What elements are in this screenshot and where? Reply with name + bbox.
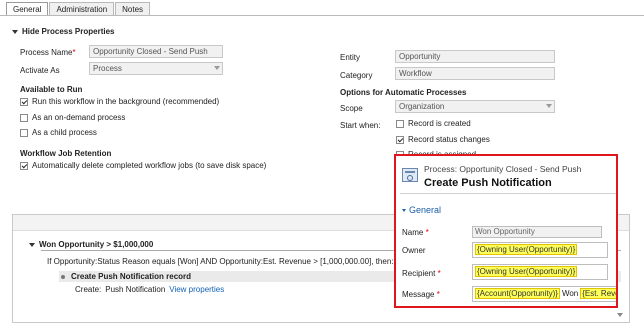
section-title: Hide Process Properties (22, 27, 115, 36)
create-push-notification-dialog: Process: Opportunity Closed - Send Push … (394, 154, 618, 308)
general-section-toggle[interactable]: General (402, 205, 441, 215)
start-when-label: Start when: (340, 121, 381, 130)
message-label-text: Message (402, 290, 435, 299)
scope-select[interactable]: Organization (395, 100, 555, 113)
status-changes-label: Record status changes (408, 135, 490, 144)
step-label: Create Push Notification record (71, 272, 192, 281)
on-demand-option-label: As an on-demand process (32, 113, 126, 122)
tab-administration[interactable]: Administration (49, 2, 115, 16)
process-name-field[interactable]: Opportunity Closed - Send Push (89, 45, 223, 58)
required-asterisk: * (437, 269, 441, 278)
collapse-triangle-icon (402, 208, 406, 212)
create-prefix: Create: (75, 285, 102, 294)
required-asterisk: * (436, 290, 440, 299)
on-demand-checkbox[interactable] (20, 114, 28, 122)
collapse-triangle-icon (12, 29, 18, 34)
tab-divider (0, 15, 644, 16)
auto-delete-checkbox[interactable] (20, 162, 28, 170)
owner-field[interactable]: {Owning User(Opportunity)} (472, 242, 608, 258)
required-asterisk: * (425, 228, 429, 237)
record-created-checkbox[interactable] (396, 120, 404, 128)
dialog-subtitle: Process: Opportunity Closed - Send Push (424, 164, 582, 174)
background-option-label: Run this workflow in the background (rec… (32, 97, 220, 106)
automatic-processes-title: Options for Automatic Processes (340, 88, 467, 97)
child-process-option-label: As a child process (32, 128, 97, 137)
step-bullet-icon (61, 274, 65, 279)
name-field[interactable]: Won Opportunity (472, 226, 602, 238)
process-name-label-text: Process Name (20, 48, 73, 57)
process-name-label: Process Name* (20, 48, 76, 57)
owner-label: Owner (402, 246, 426, 255)
recipient-token: {Owning User(Opportunity)} (475, 266, 578, 277)
scope-label: Scope (340, 104, 363, 113)
message-token-revenue: {Est. Reve (580, 288, 616, 299)
category-field: Workflow (395, 67, 555, 80)
message-text: Won (561, 289, 579, 298)
collapse-triangle-icon (29, 242, 35, 247)
auto-delete-option-label: Automatically delete completed workflow … (32, 161, 267, 170)
category-label: Category (340, 71, 373, 80)
general-section-label: General (409, 205, 442, 215)
scroll-down-icon[interactable] (617, 313, 623, 317)
create-line: Create: Push Notification View propertie… (75, 285, 224, 294)
process-form-icon (402, 168, 418, 182)
create-entity: Push Notification (105, 285, 166, 294)
message-label: Message * (402, 290, 440, 299)
recipient-field[interactable]: {Owning User(Opportunity)} (472, 264, 608, 280)
record-created-label: Record is created (408, 119, 471, 128)
recipient-label: Recipient * (402, 269, 441, 278)
required-asterisk: * (72, 48, 76, 57)
message-field[interactable]: {Account(Opportunity)} Won {Est. Reve (472, 286, 616, 302)
recipient-label-text: Recipient (402, 269, 436, 278)
name-label-text: Name (402, 228, 424, 237)
message-token-account: {Account(Opportunity)} (475, 288, 560, 299)
dialog-title: Create Push Notification (424, 177, 552, 189)
name-label: Name * (402, 228, 429, 237)
condition-title: Won Opportunity > $1,000,000 (39, 240, 154, 249)
available-to-run-title: Available to Run (20, 85, 83, 94)
entity-label: Entity (340, 53, 361, 62)
background-checkbox[interactable] (20, 98, 28, 106)
activate-as-label: Activate As (20, 66, 60, 75)
condition-header[interactable]: Won Opportunity > $1,000,000 (29, 240, 153, 249)
dropdown-arrow-icon (214, 66, 220, 70)
tab-strip: General Administration Notes (6, 2, 151, 16)
view-properties-link[interactable]: View properties (169, 285, 224, 294)
entity-field: Opportunity (395, 50, 555, 63)
activate-as-value: Process (93, 64, 122, 73)
status-changes-checkbox[interactable] (396, 136, 404, 144)
tab-general[interactable]: General (6, 2, 49, 16)
scope-value: Organization (399, 102, 445, 111)
dialog-divider (400, 193, 616, 194)
owner-token: {Owning User(Opportunity)} (475, 244, 578, 255)
tab-notes[interactable]: Notes (115, 2, 151, 16)
child-process-checkbox[interactable] (20, 129, 28, 137)
condition-text: If Opportunity:Status Reason equals [Won… (47, 257, 394, 266)
dropdown-arrow-icon (546, 104, 552, 108)
activate-as-select[interactable]: Process (89, 62, 223, 75)
job-retention-title: Workflow Job Retention (20, 149, 112, 158)
hide-properties-toggle[interactable]: Hide Process Properties (12, 27, 114, 36)
